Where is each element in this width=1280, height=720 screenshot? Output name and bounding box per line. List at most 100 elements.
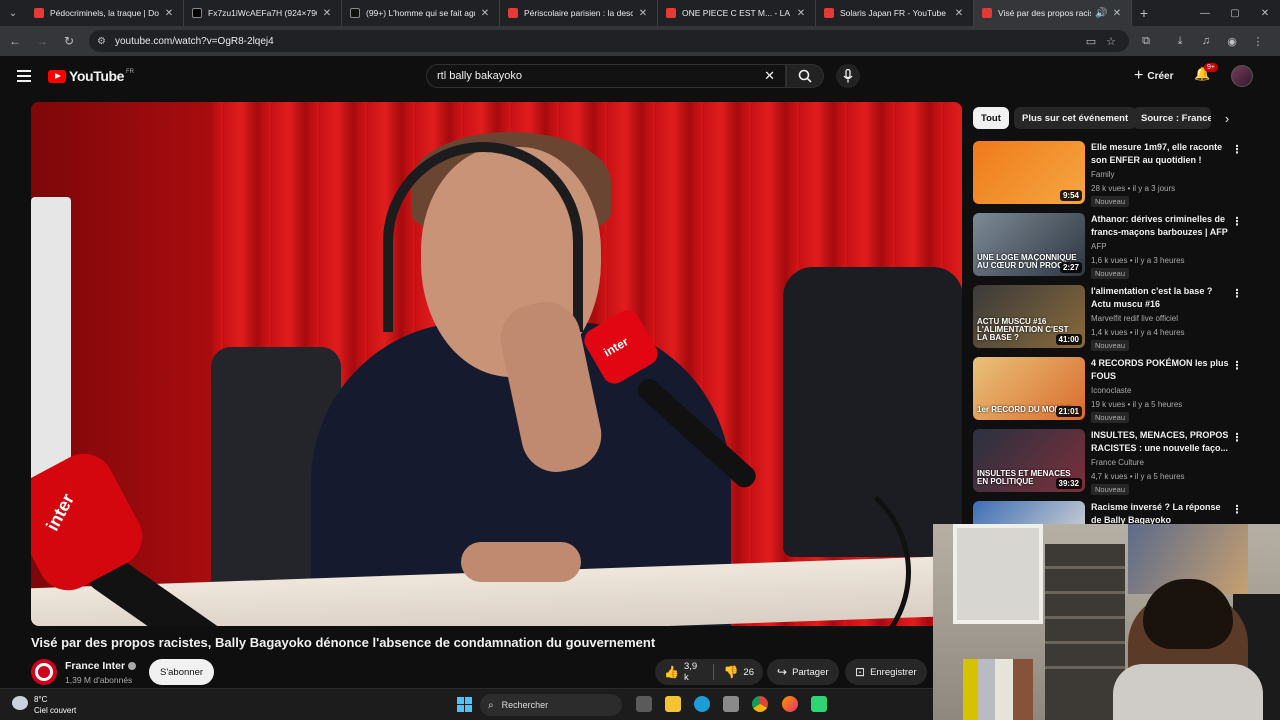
recommendation-channel[interactable]: Iconoclaste: [1091, 386, 1131, 395]
recommendation-item[interactable]: INSULTES ET MENACES EN POLITIQUE 39:32 INS…: [973, 429, 1248, 495]
recommendation-title[interactable]: Racisme inversé ? La réponse de Bally Ba…: [1091, 501, 1229, 526]
more-options-icon[interactable]: ⋮: [1231, 215, 1243, 228]
recommendation-title[interactable]: l'alimentation c'est la base ? Actu musc…: [1091, 285, 1229, 310]
notifications-button[interactable]: 🔔 9+: [1194, 63, 1218, 86]
close-tab-icon[interactable]: ✕: [1111, 8, 1123, 19]
browser-tab-active[interactable]: Visé par des propos racistes 🔊 ✕: [974, 0, 1132, 26]
windows-start-icon[interactable]: [457, 697, 472, 712]
close-tab-icon[interactable]: ✕: [795, 8, 807, 19]
bookmark-star-icon[interactable]: ☆: [1101, 35, 1121, 48]
search-icon: [798, 69, 812, 83]
share-button[interactable]: ↪ Partager: [767, 659, 839, 685]
share-label: Partager: [792, 666, 829, 678]
recommendation-item[interactable]: 9:54 Elle mesure 1m97, elle raconte son E…: [973, 141, 1248, 207]
app-icon[interactable]: [811, 696, 827, 712]
profile-icon[interactable]: ◉: [1219, 29, 1245, 53]
account-avatar[interactable]: [1231, 65, 1253, 87]
video-thumbnail[interactable]: ACTU MUSCU #16 L'ALIMENTATION C'EST LA B…: [973, 285, 1085, 348]
site-info-icon[interactable]: ⚙: [97, 36, 109, 47]
video-thumbnail[interactable]: 9:54: [973, 141, 1085, 204]
task-view-icon[interactable]: [636, 696, 652, 712]
minimize-icon[interactable]: —: [1190, 0, 1220, 26]
recommendation-item[interactable]: UNE LOGE MAÇONNIQUE AU CŒUR D'UN PROCÈS 2…: [973, 213, 1248, 279]
speaker-icon[interactable]: 🔊: [1095, 8, 1107, 19]
video-player[interactable]: inter inter: [31, 102, 962, 626]
more-options-icon[interactable]: ⋮: [1231, 359, 1243, 372]
recommendation-item[interactable]: ACTU MUSCU #16 L'ALIMENTATION C'EST LA B…: [973, 285, 1248, 351]
browser-menu-icon[interactable]: ⋮: [1245, 29, 1271, 53]
recommendation-meta: 28 k vues • il y a 3 jours: [1091, 184, 1176, 193]
chip-event[interactable]: Plus sur cet événement: [1014, 107, 1137, 129]
weather-widget[interactable]: 8°C Ciel couvert: [12, 694, 92, 718]
browser-tab[interactable]: Pédocriminels, la traque | Docu ✕: [26, 0, 184, 26]
file-explorer-icon[interactable]: [665, 696, 681, 712]
chip-all[interactable]: Tout: [973, 107, 1009, 129]
recommendation-channel[interactable]: AFP: [1091, 242, 1107, 251]
recommendation-title[interactable]: 4 RECORDS POKÉMON les plus FOUS: [1091, 357, 1229, 382]
tab-title: (99+) L'homme qui se fait agres: [366, 8, 475, 18]
browser-tab[interactable]: Périscolaire parisien : la descen ✕: [500, 0, 658, 26]
subscribe-button[interactable]: S'abonner: [149, 659, 215, 685]
new-badge: Nouveau: [1091, 196, 1130, 207]
more-options-icon[interactable]: ⋮: [1231, 287, 1243, 300]
video-thumbnail[interactable]: UNE LOGE MAÇONNIQUE AU CŒUR D'UN PROCÈS 2…: [973, 213, 1085, 276]
browser-tab[interactable]: Solaris Japan FR - YouTube ✕: [816, 0, 974, 26]
browser-tab[interactable]: (99+) L'homme qui se fait agres ✕: [342, 0, 500, 26]
tab-search-dropdown-icon[interactable]: ⌄: [0, 0, 26, 26]
like-button[interactable]: 👍 3,9 k: [655, 659, 713, 685]
more-options-icon[interactable]: ⋮: [1231, 143, 1243, 156]
chevron-right-icon[interactable]: ›: [1216, 107, 1238, 129]
duration-badge: 2:27: [1059, 262, 1082, 273]
more-options-icon[interactable]: ⋮: [1231, 431, 1243, 444]
maximize-icon[interactable]: ▢: [1220, 0, 1250, 26]
recommendation-channel[interactable]: Family: [1091, 170, 1115, 179]
recommendation-channel[interactable]: France Culture: [1091, 458, 1144, 467]
back-icon[interactable]: ←: [3, 29, 27, 53]
edge-icon[interactable]: [694, 696, 710, 712]
recommendation-meta: 4,7 k vues • il y a 5 heures: [1091, 472, 1185, 481]
bookmark-icon: ⊡: [855, 665, 866, 679]
recommendation-channel[interactable]: Marvelfit redif live officiel: [1091, 314, 1178, 323]
search-input[interactable]: rtl bally bakayoko ✕: [426, 64, 786, 88]
chip-source[interactable]: Source : France: [1133, 107, 1211, 129]
clear-search-icon[interactable]: ✕: [764, 68, 775, 84]
close-tab-icon[interactable]: ✕: [163, 8, 175, 19]
channel-name[interactable]: France Inter: [65, 660, 137, 672]
youtube-favicon-icon: [824, 8, 834, 18]
close-window-icon[interactable]: ✕: [1250, 0, 1280, 26]
close-tab-icon[interactable]: ✕: [479, 8, 491, 19]
browser-tab[interactable]: Fx7zu1iWcAEFa7H (924×790) ✕: [184, 0, 342, 26]
taskbar-search[interactable]: ⌕ Rechercher: [480, 694, 622, 716]
youtube-logo[interactable]: YouTube FR: [48, 68, 134, 84]
download-icon[interactable]: ⤓: [1167, 29, 1193, 53]
more-options-icon[interactable]: ⋮: [1231, 503, 1243, 516]
recommendation-title[interactable]: Elle mesure 1m97, elle raconte son ENFER…: [1091, 141, 1229, 166]
extensions-icon[interactable]: ⧉: [1133, 29, 1159, 53]
recommendation-title[interactable]: INSULTES, MENACES, PROPOS RACISTES : une…: [1091, 429, 1229, 454]
reload-icon[interactable]: ↻: [57, 29, 81, 53]
media-control-icon[interactable]: ♫: [1193, 29, 1219, 53]
close-tab-icon[interactable]: ✕: [321, 8, 333, 19]
browser-tab[interactable]: ONE PIECE C EST M... - LA COM ✕: [658, 0, 816, 26]
search-button[interactable]: [786, 64, 824, 88]
close-tab-icon[interactable]: ✕: [637, 8, 649, 19]
store-icon[interactable]: [723, 696, 739, 712]
dislike-button[interactable]: 👎 26: [714, 659, 763, 685]
save-button[interactable]: ⊡ Enregistrer: [845, 659, 927, 685]
channel-avatar[interactable]: [31, 659, 57, 685]
recommendation-item[interactable]: 1er RECORD DU MONDE 21:01 4 RECORDS POKÉMO…: [973, 357, 1248, 423]
close-tab-icon[interactable]: ✕: [953, 8, 965, 19]
forward-icon[interactable]: →: [30, 29, 54, 53]
chrome-icon[interactable]: [752, 696, 768, 712]
recommendation-title[interactable]: Athanor: dérives criminelles de francs-m…: [1091, 213, 1229, 238]
new-tab-button[interactable]: +: [1132, 0, 1156, 26]
video-thumbnail[interactable]: INSULTES ET MENACES EN POLITIQUE 39:32: [973, 429, 1085, 492]
video-thumbnail[interactable]: 1er RECORD DU MONDE 21:01: [973, 357, 1085, 420]
menu-icon[interactable]: [17, 70, 31, 82]
address-bar[interactable]: ⚙ youtube.com/watch?v=OgR8-2lqej4 ▭ ☆: [89, 30, 1129, 52]
firefox-icon[interactable]: [782, 696, 798, 712]
voice-search-button[interactable]: [836, 64, 860, 88]
cast-icon[interactable]: ▭: [1081, 35, 1101, 48]
browser-toolbar: ← → ↻ ⚙ youtube.com/watch?v=OgR8-2lqej4 …: [0, 26, 1280, 56]
create-button[interactable]: + Créer: [1126, 64, 1181, 88]
